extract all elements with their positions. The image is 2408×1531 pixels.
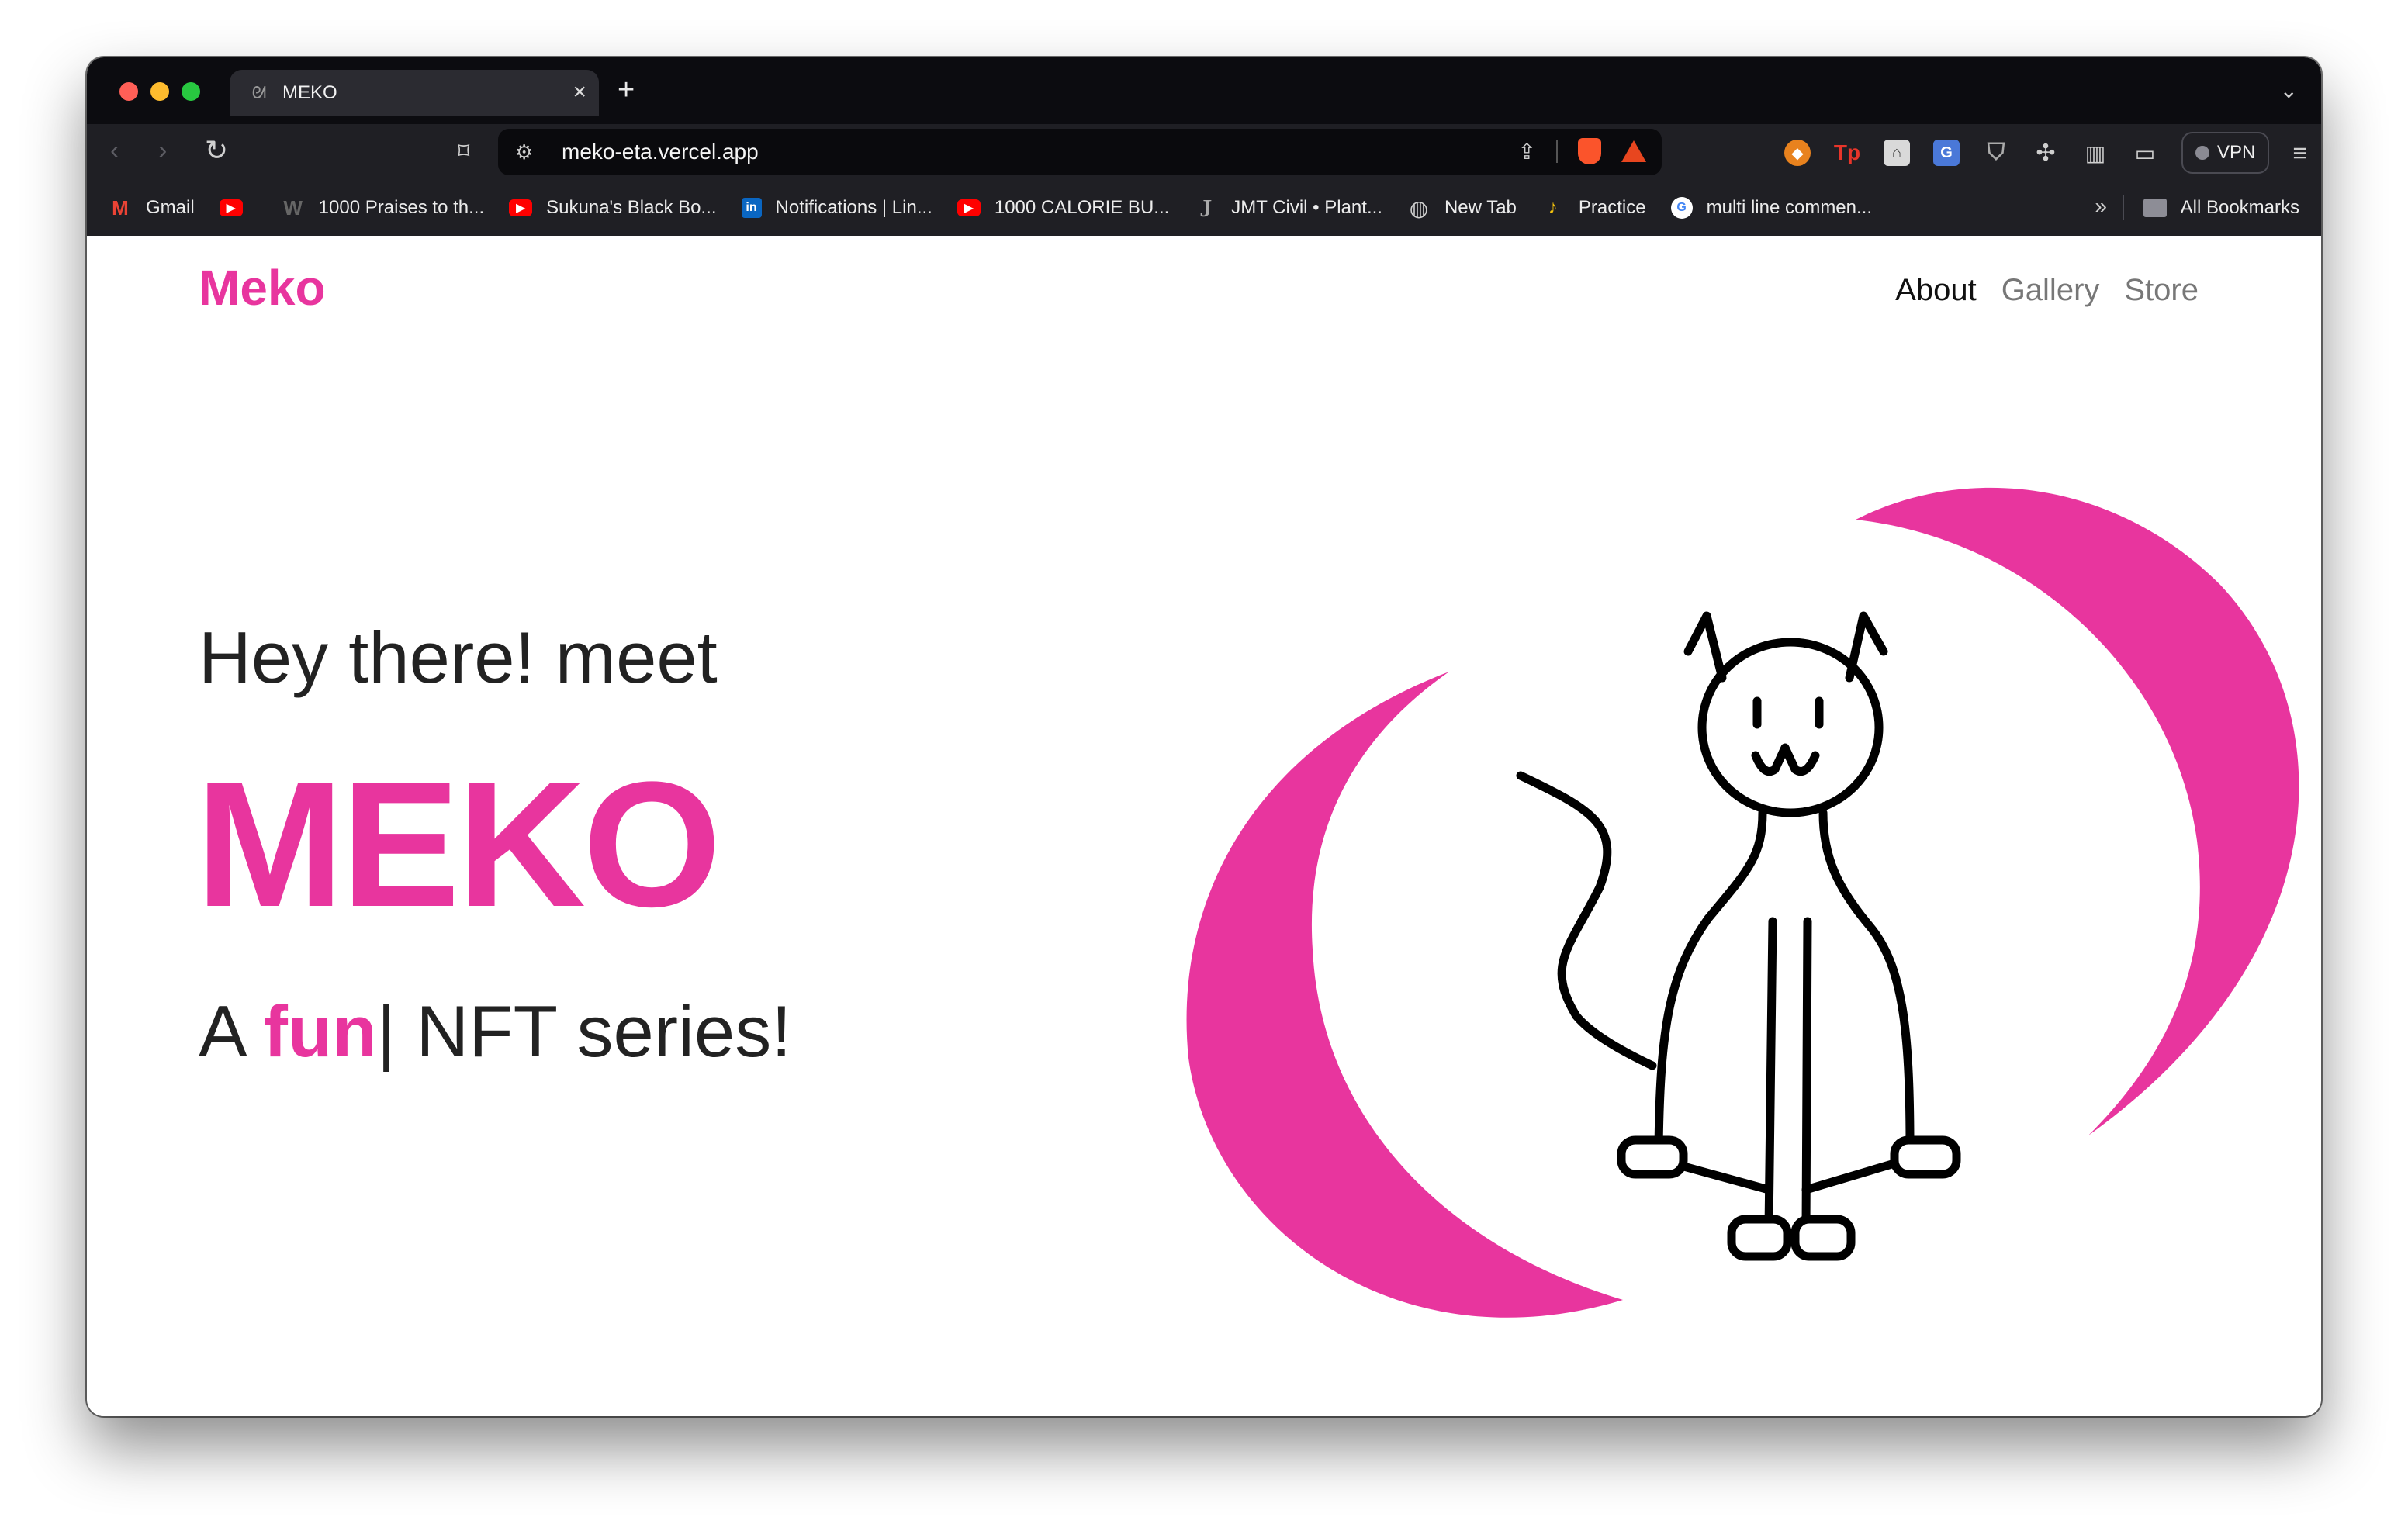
translate-extension-icon[interactable]: G: [1932, 140, 1960, 166]
bookmark-calorie[interactable]: ▶ 1000 CALORIE BU...: [957, 197, 1169, 219]
bookmark-label: Notifications | Lin...: [775, 197, 932, 218]
cat-favicon-icon: ᘛ: [251, 83, 267, 102]
bookmark-label: JMT Civil • Plant...: [1231, 197, 1382, 218]
youtube-icon: ▶: [219, 199, 243, 216]
bookmark-label: 1000 Praises to th...: [318, 197, 485, 218]
j-icon: J: [1199, 193, 1213, 222]
tab-strip: ᘛ MEKO × + ⌄: [87, 57, 2321, 124]
youtube-icon: ▶: [509, 199, 533, 216]
close-window-button[interactable]: [119, 82, 138, 101]
browser-toolbar: ‹ › ↻ ⌑ ⚙ meko-eta.vercel.app ⇪ ◆ Tp ⌂ G…: [87, 124, 2321, 180]
page-content: Meko About Gallery Store Hey there! meet…: [87, 236, 2321, 1416]
folder-icon: [2143, 199, 2167, 217]
tagline-prefix: A: [199, 990, 264, 1072]
address-bar[interactable]: ⚙ meko-eta.vercel.app ⇪: [498, 129, 1662, 175]
tab-close-icon[interactable]: ×: [573, 81, 586, 104]
nav-store[interactable]: Store: [2124, 273, 2199, 308]
bookmark-praises[interactable]: W 1000 Praises to th...: [282, 195, 485, 219]
maximize-window-button[interactable]: [182, 82, 200, 101]
tagline-accent: fun: [263, 990, 377, 1072]
chevron-down-icon[interactable]: ⌄: [2280, 78, 2298, 103]
url-divider: [1556, 140, 1558, 163]
bell-icon: ♪: [1548, 197, 1558, 218]
hero-intro: Hey there! meet: [199, 617, 718, 698]
metamask-extension-icon[interactable]: ◆: [1784, 140, 1811, 166]
meko-cat-illustration: [1186, 487, 2299, 1318]
bookmark-practice[interactable]: ♪ Practice: [1541, 197, 1646, 219]
tab-meko[interactable]: ᘛ MEKO ×: [230, 70, 599, 116]
vpn-label: VPN: [2216, 142, 2256, 163]
bookmark-label: 1000 CALORIE BU...: [994, 197, 1170, 218]
bookmark-label: Sukuna's Black Bo...: [546, 197, 717, 218]
right-crescent: [1856, 487, 2299, 1135]
tp-extension-icon[interactable]: Tp: [1834, 140, 1860, 166]
vpn-status-icon: [2195, 146, 2209, 160]
bookmarks-divider: [2123, 195, 2124, 220]
bookmarks-bar: M Gmail ▶ W 1000 Praises to th... ▶ Suku…: [87, 180, 2321, 236]
bookmark-label: multi line commen...: [1706, 197, 1873, 218]
new-tab-button[interactable]: +: [618, 74, 635, 105]
google-icon: G: [1670, 197, 1693, 219]
bookmark-linkedin[interactable]: in Notifications | Lin...: [741, 197, 932, 219]
nav-about[interactable]: About: [1895, 273, 1977, 308]
site-info-icon[interactable]: ⚙: [515, 140, 546, 164]
left-crescent: [1186, 672, 1623, 1318]
globe-icon: ◍: [1409, 195, 1429, 220]
hero-title: MEKO: [195, 745, 721, 944]
bookmark-icon[interactable]: ⌑: [458, 138, 469, 165]
youtube-icon: ▶: [957, 199, 981, 216]
nav-gallery[interactable]: Gallery: [2001, 273, 2100, 308]
bookmark-new-tab[interactable]: ◍ New Tab: [1407, 195, 1517, 220]
wallet-icon[interactable]: ▭: [2132, 140, 2158, 166]
vpn-button[interactable]: VPN: [2181, 132, 2270, 174]
bookmark-label: Gmail: [146, 197, 195, 218]
browser-window: ᘛ MEKO × + ⌄ ‹ › ↻ ⌑ ⚙ meko-eta.vercel.a…: [87, 57, 2321, 1416]
typing-cursor: |: [376, 990, 396, 1072]
bookmark-jmt[interactable]: J JMT Civil • Plant...: [1194, 193, 1382, 222]
more-bookmarks-icon[interactable]: »: [2095, 194, 2107, 219]
w-icon: W: [283, 195, 303, 219]
bookmark-label: New Tab: [1444, 197, 1517, 218]
bookmark-youtube[interactable]: ▶: [219, 199, 257, 216]
bookmark-multiline[interactable]: G multi line commen...: [1670, 197, 1873, 219]
share-icon[interactable]: ⇪: [1518, 139, 1536, 164]
bookmark-gmail[interactable]: M Gmail: [109, 195, 195, 219]
forward-icon[interactable]: ›: [158, 135, 167, 166]
linkedin-icon: in: [741, 198, 762, 218]
reload-icon[interactable]: ↻: [205, 135, 228, 166]
k-extension-icon[interactable]: ⌂: [1883, 140, 1910, 166]
hamburger-menu-icon[interactable]: ≡: [2292, 139, 2307, 168]
brave-rewards-icon[interactable]: [1621, 140, 1646, 162]
tagline-suffix: NFT series!: [396, 990, 792, 1072]
tab-title: MEKO: [282, 82, 337, 103]
extensions-puzzle-icon[interactable]: ✣: [2033, 140, 2059, 166]
all-bookmarks-label: All Bookmarks: [2180, 197, 2299, 218]
sidebar-toggle-icon[interactable]: ▥: [2082, 140, 2109, 166]
hero-tagline: A fun| NFT series!: [199, 990, 791, 1073]
bookmark-label: Practice: [1578, 197, 1646, 218]
url-text[interactable]: meko-eta.vercel.app: [562, 140, 759, 164]
cat-drawing: [1516, 611, 1961, 1261]
all-bookmarks-button[interactable]: All Bookmarks: [2143, 180, 2299, 236]
minimize-window-button[interactable]: [150, 82, 169, 101]
site-nav: About Gallery Store: [1895, 273, 2199, 308]
back-icon[interactable]: ‹: [110, 135, 119, 166]
shield-extension-icon[interactable]: ⛉: [1983, 140, 2009, 166]
brave-shields-icon[interactable]: [1578, 138, 1601, 164]
site-logo[interactable]: Meko: [199, 259, 326, 316]
gmail-icon: M: [112, 195, 129, 219]
bookmark-sukuna[interactable]: ▶ Sukuna's Black Bo...: [509, 197, 717, 219]
